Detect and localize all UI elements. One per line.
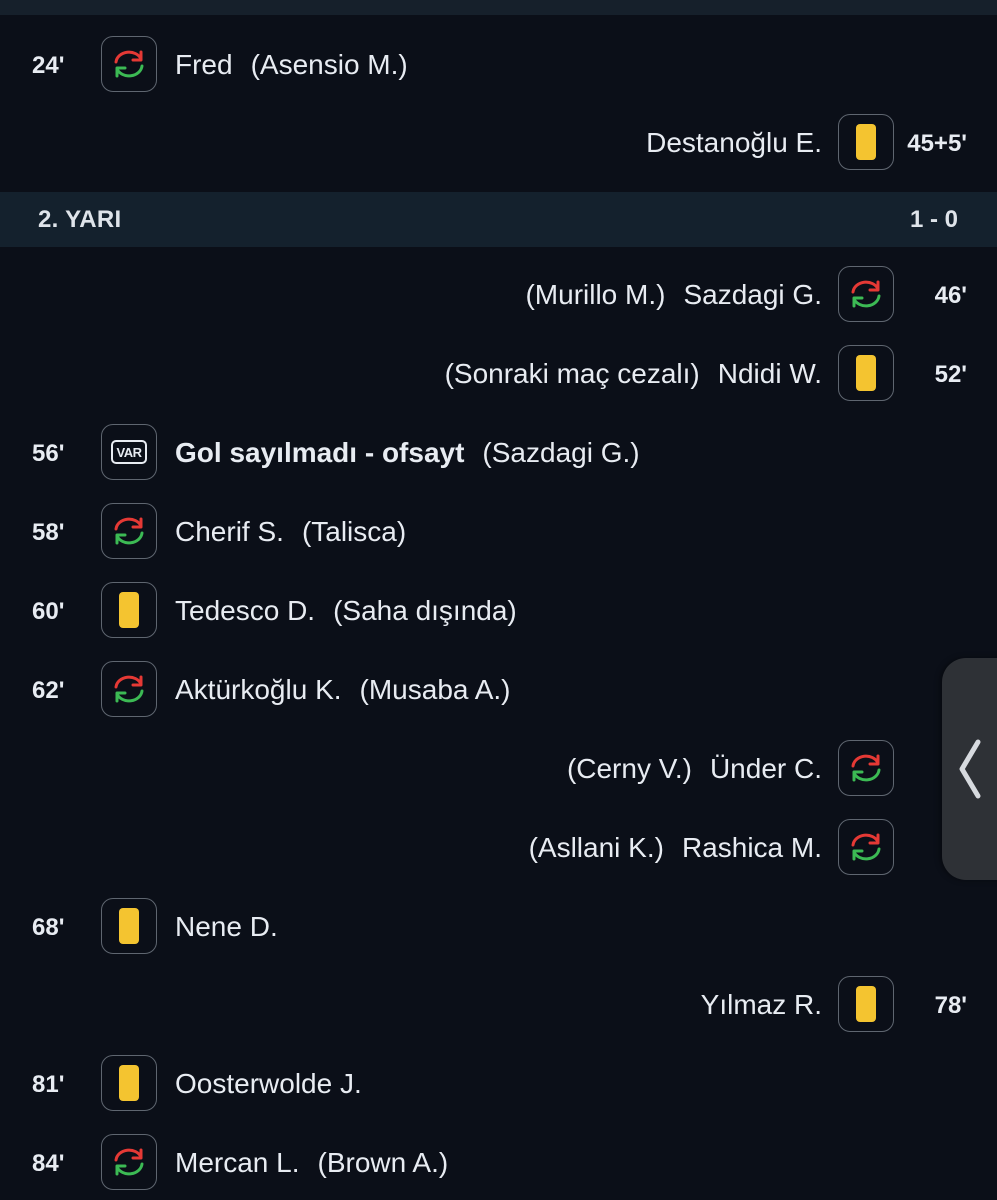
event-row: 46' (Murillo M.) Sazdagi G. — [0, 266, 997, 326]
event-text: Oosterwolde J. — [175, 1068, 362, 1100]
event-icon-box — [838, 740, 894, 796]
player-name: Nene D. — [175, 911, 278, 942]
event-minute: 60' — [32, 598, 65, 625]
event-icon-box — [838, 345, 894, 401]
event-minute: 68' — [32, 914, 65, 941]
event-text: (Murillo M.) Sazdagi G. — [525, 279, 822, 311]
event-description: Gol sayılmadı - ofsayt — [175, 437, 465, 468]
player-name: Aktürkoğlu K. — [175, 674, 342, 705]
var-icon: VAR — [111, 440, 147, 464]
event-detail: (Murillo M.) — [525, 279, 666, 310]
event-icon-box — [101, 898, 157, 954]
event-row: 81' Oosterwolde J. — [0, 1055, 997, 1115]
event-text: Aktürkoğlu K. (Musaba A.) — [175, 674, 510, 706]
yellow-card-icon — [856, 986, 876, 1022]
event-text: Cherif S. (Talisca) — [175, 516, 406, 548]
player-name: Mercan L. — [175, 1147, 300, 1178]
event-detail: (Cerny V.) — [566, 753, 692, 784]
event-icon-box — [101, 582, 157, 638]
event-minute: 46' — [934, 282, 967, 309]
event-text: Nene D. — [175, 911, 278, 943]
yellow-card-icon — [119, 1065, 139, 1101]
event-icon-box — [101, 1055, 157, 1111]
section-header-second-half: 2. YARI 1 - 0 — [0, 192, 997, 247]
yellow-card-icon — [119, 908, 139, 944]
event-text: Fred (Asensio M.) — [175, 49, 408, 81]
event-row: 56' VAR Gol sayılmadı - ofsayt (Sazdagi G.) — [0, 424, 997, 484]
event-row: 45+5' Destanoğlu E. — [0, 114, 997, 174]
substitution-icon — [114, 517, 144, 545]
event-minute: 58' — [32, 519, 65, 546]
player-name: Sazdagi G. — [683, 279, 822, 310]
player-name: Destanoğlu E. — [646, 127, 822, 158]
player-name: Fred — [175, 49, 233, 80]
event-text: (Cerny V.) Ünder C. — [567, 753, 822, 785]
event-minute: 84' — [32, 1150, 65, 1177]
event-minute: 56' — [32, 440, 65, 467]
event-detail: (Brown A.) — [317, 1147, 449, 1178]
event-row: 6(Cerny V.)Ünder C. — [0, 740, 997, 800]
event-minute: 45+5' — [907, 130, 967, 157]
event-minute: 81' — [32, 1071, 65, 1098]
substitution-icon — [851, 280, 881, 308]
player-name: Rashica M. — [681, 832, 822, 863]
event-row: 78' Yılmaz R. — [0, 976, 997, 1036]
event-icon-box — [101, 36, 157, 92]
event-text: Mercan L. (Brown A.) — [175, 1147, 448, 1179]
event-icon-box — [101, 1134, 157, 1190]
player-name: Tedesco D. — [175, 595, 316, 626]
yellow-card-icon — [856, 124, 876, 160]
event-row: 68' Nene D. — [0, 898, 997, 958]
substitution-icon — [114, 675, 144, 703]
yellow-card-icon — [119, 592, 139, 628]
event-minute: 62' — [32, 677, 65, 704]
event-text: Tedesco D. (Saha dışında) — [175, 595, 517, 627]
player-name: Ndidi W. — [717, 358, 822, 389]
event-minute: 24' — [32, 52, 65, 79]
event-detail: (Sonraki maç cezalı) — [444, 358, 700, 389]
event-icon-box — [838, 976, 894, 1032]
player-name: Cherif S. — [175, 516, 284, 547]
side-panel-handle[interactable] — [942, 658, 997, 880]
event-text: Yılmaz R. — [701, 989, 822, 1021]
event-row: 52' (Sonraki maç cezalı) Ndidi W. — [0, 345, 997, 405]
substitution-icon — [851, 754, 881, 782]
event-detail: (Asllani K.) — [528, 832, 664, 863]
event-detail: (Saha dışında) — [333, 595, 517, 626]
substitution-icon — [114, 1148, 144, 1176]
event-row: 62' Aktürkoğlu K. (Musaba A.) — [0, 661, 997, 721]
event-icon-box — [838, 819, 894, 875]
event-detail: (Talisca) — [301, 516, 407, 547]
player-name: Oosterwolde J. — [175, 1068, 362, 1099]
top-divider — [0, 0, 997, 15]
event-icon-box — [838, 114, 894, 170]
event-text: Gol sayılmadı - ofsayt (Sazdagi G.) — [175, 437, 640, 469]
event-row: 24' Fred (Asensio M.) — [0, 36, 997, 96]
event-row: 60' Tedesco D. (Saha dışında) — [0, 582, 997, 642]
event-detail: (Sazdagi G.) — [482, 437, 640, 468]
event-minute: 52' — [934, 361, 967, 388]
event-row: 84' Mercan L. (Brown A.) — [0, 1134, 997, 1194]
substitution-icon — [114, 50, 144, 78]
event-text: (Asllani K.) Rashica M. — [529, 832, 822, 864]
event-icon-box — [101, 503, 157, 559]
event-row: 58' Cherif S. (Talisca) — [0, 503, 997, 563]
event-minute: 78' — [934, 992, 967, 1019]
player-name: Ünder C. — [709, 753, 822, 784]
section-score: 1 - 0 — [909, 205, 958, 233]
event-detail: (Asensio M.) — [250, 49, 408, 80]
event-icon-box: VAR — [101, 424, 157, 480]
player-name: Yılmaz R. — [700, 989, 822, 1020]
yellow-card-icon — [856, 355, 876, 391]
event-text: Destanoğlu E. — [646, 127, 822, 159]
substitution-icon — [851, 833, 881, 861]
event-icon-box — [101, 661, 157, 717]
event-row: 6(Asllani K.)Rashica M. — [0, 819, 997, 879]
chevron-left-icon — [959, 739, 980, 799]
event-text: (Sonraki maç cezalı) Ndidi W. — [445, 358, 822, 390]
event-detail: (Musaba A.) — [359, 674, 511, 705]
event-icon-box — [838, 266, 894, 322]
section-title: 2. YARI — [38, 205, 122, 233]
